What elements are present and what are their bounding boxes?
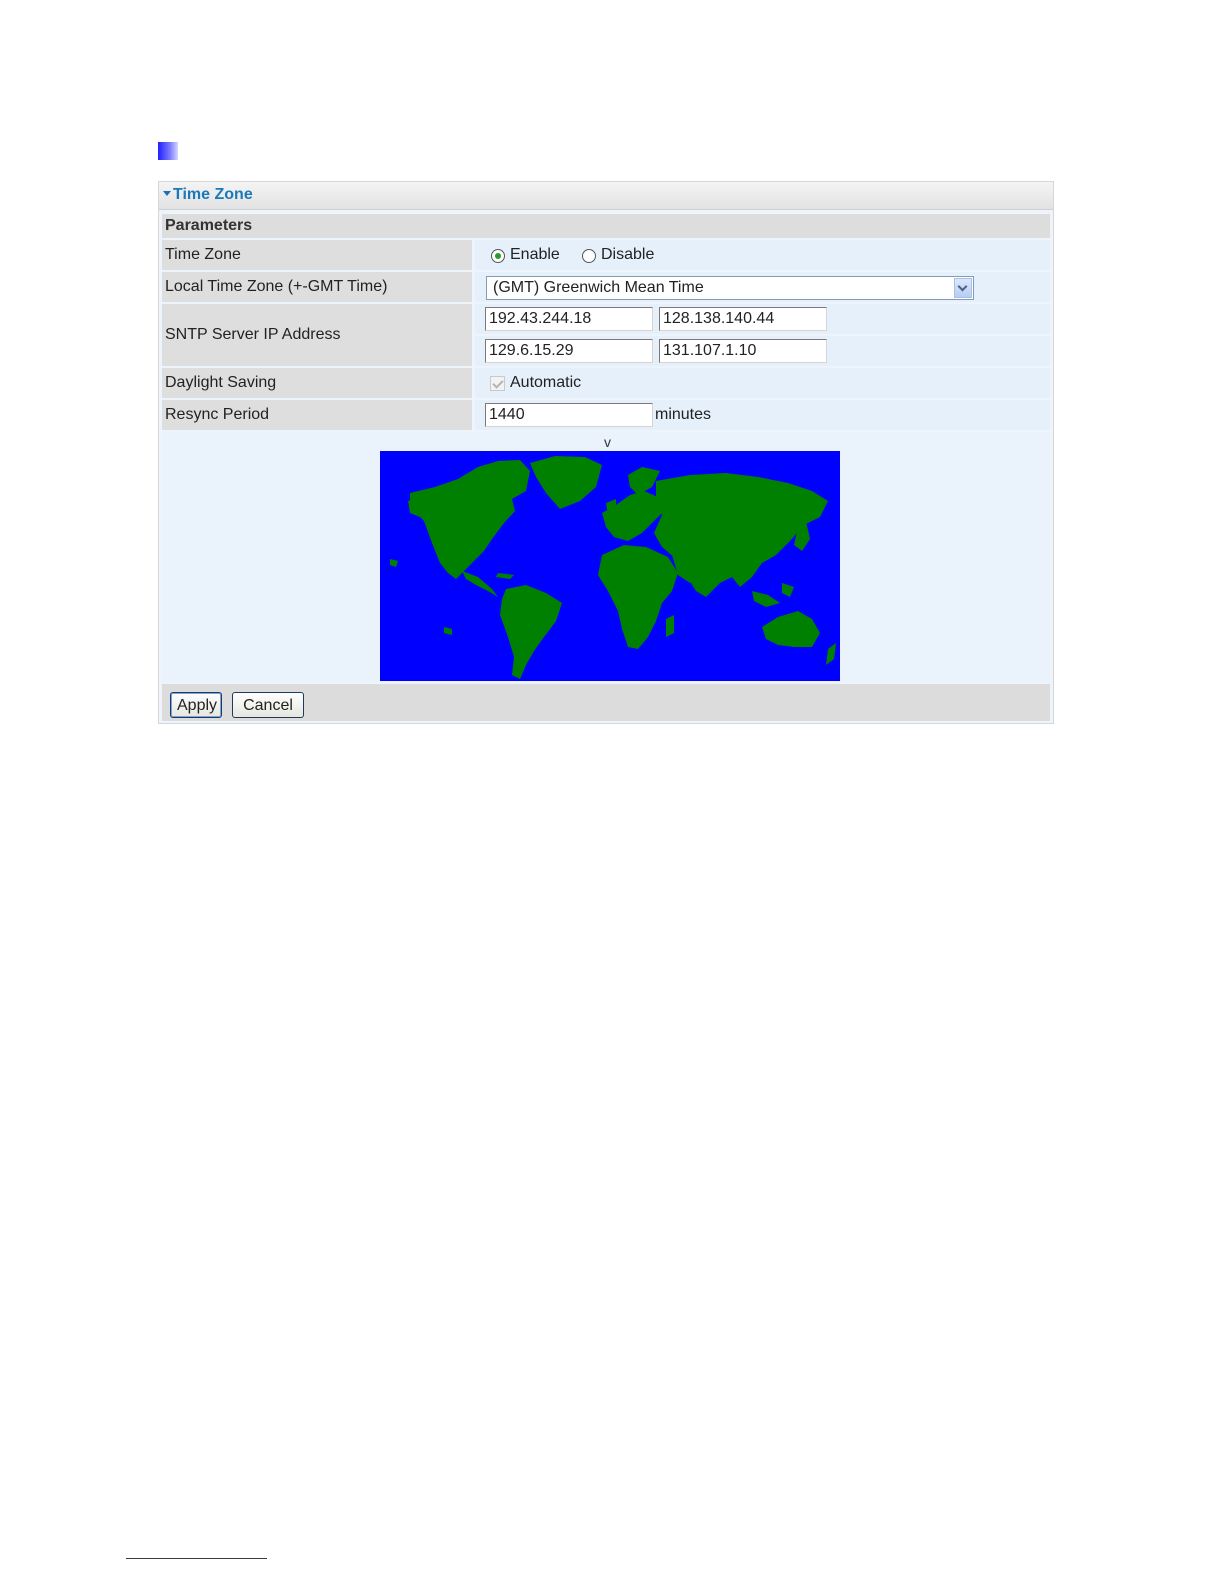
apply-button[interactable]: Apply (170, 692, 222, 718)
resync-period-label-cell: Resync Period (162, 400, 472, 430)
time-zone-panel: Time Zone Parameters Time Zone Enable Di… (158, 181, 1054, 724)
local-time-zone-selected: (GMT) Greenwich Mean Time (493, 279, 704, 296)
map-marker: v (604, 434, 611, 450)
resync-period-value: 1440 (489, 406, 525, 423)
sntp-label: SNTP Server IP Address (165, 326, 341, 343)
cancel-button[interactable]: Cancel (232, 692, 304, 718)
sntp-server-4-value: 131.107.1.10 (663, 342, 757, 359)
enable-label: Enable (510, 246, 560, 263)
enable-radio[interactable] (491, 249, 505, 263)
resync-period-label: Resync Period (165, 406, 270, 423)
daylight-saving-value-cell: Automatic (475, 368, 1050, 398)
local-time-zone-label: Local Time Zone (+-GMT Time) (165, 278, 388, 295)
world-map[interactable] (380, 451, 840, 681)
panel-header[interactable]: Time Zone (159, 182, 1053, 210)
sntp-server-2-value: 128.138.140.44 (663, 310, 775, 327)
time-zone-value-cell: Enable Disable (475, 240, 1050, 270)
footer-rule (126, 1558, 267, 1559)
local-time-zone-label-cell: Local Time Zone (+-GMT Time) (162, 272, 472, 302)
resync-period-input[interactable]: 1440 (485, 403, 653, 427)
automatic-checkbox[interactable] (490, 376, 505, 391)
time-zone-label-cell: Time Zone (162, 240, 472, 270)
disable-label: Disable (601, 246, 655, 263)
parameters-title: Parameters (165, 217, 253, 234)
sntp-label-cell: SNTP Server IP Address (162, 304, 472, 366)
sntp-server-3-value: 129.6.15.29 (489, 342, 574, 359)
panel-title: Time Zone (173, 186, 253, 203)
sntp-server-3-input[interactable]: 129.6.15.29 (485, 339, 653, 363)
sntp-server-4-input[interactable]: 131.107.1.10 (659, 339, 827, 363)
daylight-saving-label: Daylight Saving (165, 374, 277, 391)
parameters-header: Parameters (162, 214, 1050, 238)
daylight-saving-label-cell: Daylight Saving (162, 368, 472, 398)
collapse-triangle-icon[interactable] (163, 191, 171, 196)
sntp-server-1-value: 192.43.244.18 (489, 310, 592, 327)
automatic-label: Automatic (510, 374, 582, 391)
disable-radio[interactable] (582, 249, 596, 263)
sntp-server-1-input[interactable]: 192.43.244.18 (485, 307, 653, 331)
chevron-down-icon[interactable] (954, 278, 972, 298)
sntp-server-2-input[interactable]: 128.138.140.44 (659, 307, 827, 331)
local-time-zone-select[interactable]: (GMT) Greenwich Mean Time (486, 276, 974, 300)
resync-unit-label: minutes (655, 406, 712, 423)
time-zone-label: Time Zone (165, 246, 241, 263)
section-bullet-icon (158, 142, 178, 160)
